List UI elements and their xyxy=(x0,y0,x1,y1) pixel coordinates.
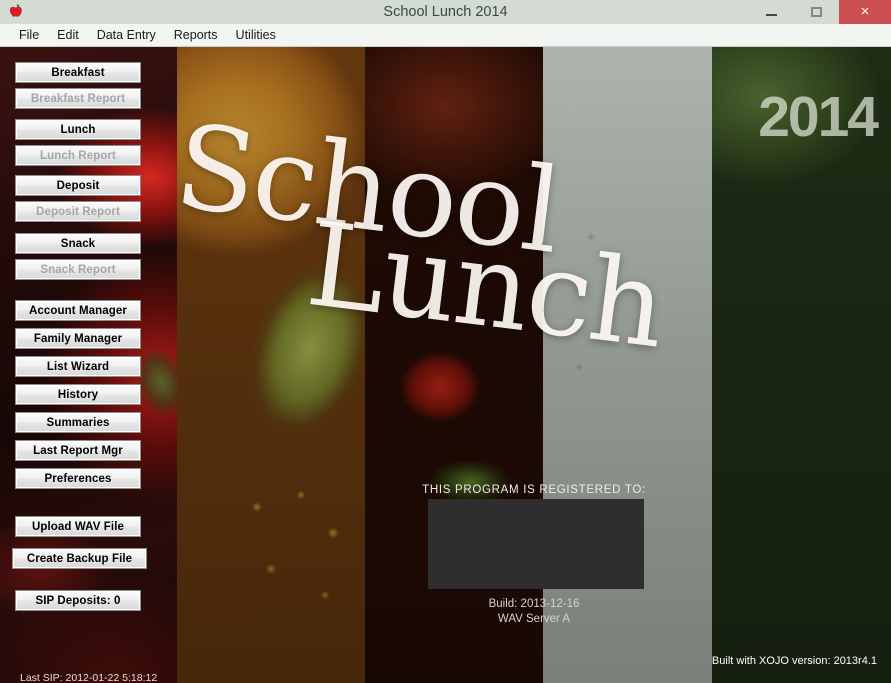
sidebar-button-breakfast-report[interactable]: Breakfast Report xyxy=(15,88,141,109)
menu-item-data-entry[interactable]: Data Entry xyxy=(88,25,165,46)
sidebar-button-account-manager[interactable]: Account Manager xyxy=(15,300,141,321)
title-bar: School Lunch 2014 × xyxy=(0,0,891,24)
maximize-button[interactable] xyxy=(794,0,839,24)
client-area: Breakfast Breakfast Report Lunch Lunch R… xyxy=(0,47,891,683)
photo-panel-tortilla xyxy=(177,47,365,683)
tomato-shape xyxy=(395,347,485,427)
sidebar-button-create-backup-file[interactable]: Create Backup File xyxy=(12,548,147,569)
close-icon: × xyxy=(860,3,870,20)
sidebar-button-history[interactable]: History xyxy=(15,384,141,405)
sidebar-button-deposit[interactable]: Deposit xyxy=(15,175,141,196)
sidebar-button-preferences[interactable]: Preferences xyxy=(15,468,141,489)
sidebar-button-list-wizard[interactable]: List Wizard xyxy=(15,356,141,377)
build-label: Build: 2013-12-16 xyxy=(488,598,580,610)
registered-to-label: THIS PROGRAM IS REGISTERED TO: xyxy=(422,484,646,496)
close-button[interactable]: × xyxy=(839,0,891,24)
bread-crumb-texture xyxy=(543,47,712,477)
server-label: WAV Server A xyxy=(497,613,571,625)
sidebar-button-snack-report[interactable]: Snack Report xyxy=(15,259,141,280)
year-watermark: 2014 xyxy=(758,85,879,149)
corn-kernels-shape xyxy=(237,477,357,617)
sidebar-button-breakfast[interactable]: Breakfast xyxy=(15,62,141,83)
sidebar-button-sip-deposits[interactable]: SIP Deposits: 0 xyxy=(15,590,141,611)
last-sip-status: Last SIP: 2012-01-22 5:18:12 xyxy=(20,672,158,683)
menu-bar: File Edit Data Entry Reports Utilities xyxy=(0,24,891,47)
minimize-icon xyxy=(766,14,777,16)
hero-image-strip: School Lunch 2014 THIS PROGRAM IS REGIST… xyxy=(177,47,891,683)
menu-item-utilities[interactable]: Utilities xyxy=(227,25,285,46)
maximize-icon xyxy=(811,7,822,17)
menu-item-edit[interactable]: Edit xyxy=(48,25,88,46)
built-with-label: Built with XOJO version: 2013r4.1 xyxy=(711,655,877,667)
avocado-shape xyxy=(230,249,365,450)
application-window: School Lunch 2014 × File Edit Data Entry… xyxy=(0,0,891,683)
sidebar-button-family-manager[interactable]: Family Manager xyxy=(15,328,141,349)
menu-item-reports[interactable]: Reports xyxy=(165,25,227,46)
window-controls: × xyxy=(749,0,891,24)
sidebar-button-summaries[interactable]: Summaries xyxy=(15,412,141,433)
minimize-button[interactable] xyxy=(749,0,794,24)
sidebar-button-deposit-report[interactable]: Deposit Report xyxy=(15,201,141,222)
sidebar-button-upload-wav-file[interactable]: Upload WAV File xyxy=(15,516,141,537)
sidebar: Breakfast Breakfast Report Lunch Lunch R… xyxy=(0,47,177,683)
edition-program-label: Single-User Program xyxy=(741,640,877,654)
sidebar-button-snack[interactable]: Snack xyxy=(15,233,141,254)
decorative-leaf xyxy=(128,341,177,423)
menu-item-file[interactable]: File xyxy=(10,25,48,46)
sidebar-button-lunch-report[interactable]: Lunch Report xyxy=(15,145,141,166)
sidebar-button-lunch[interactable]: Lunch xyxy=(15,119,141,140)
sidebar-button-last-report-mgr[interactable]: Last Report Mgr xyxy=(15,440,141,461)
registered-to-value-redacted xyxy=(428,499,644,589)
